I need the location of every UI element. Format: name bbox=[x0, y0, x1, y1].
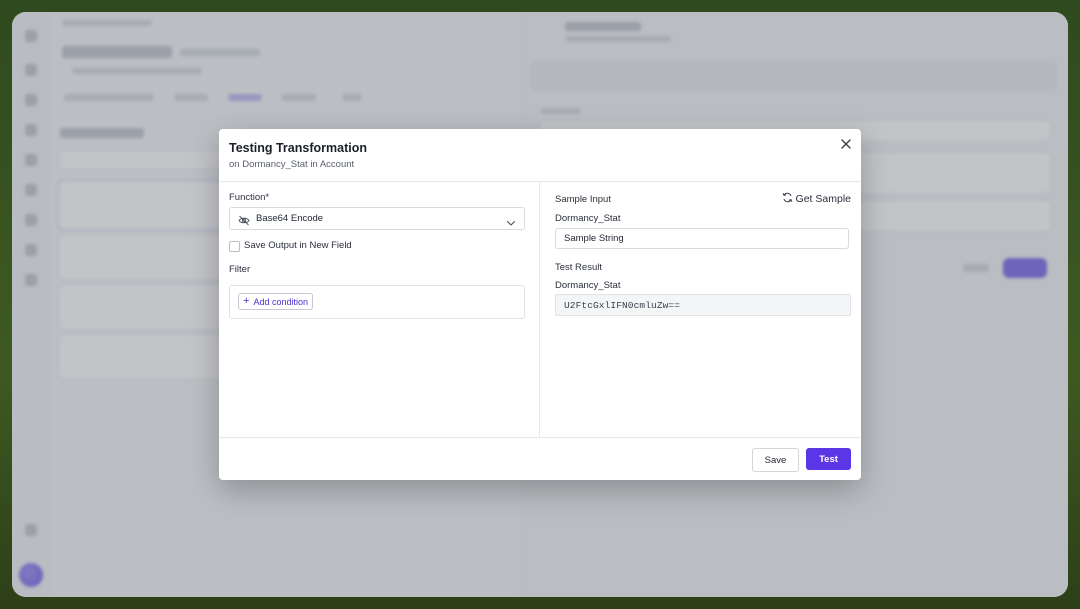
input-field-label: Dormancy_Stat bbox=[555, 213, 621, 224]
eye-off-icon bbox=[238, 213, 250, 226]
dialog-subtitle: on Dormancy_Stat in Account bbox=[229, 159, 355, 170]
dialog-header: Testing Transformation on Dormancy_Stat … bbox=[219, 129, 861, 182]
save-output-label: Save Output in New Field bbox=[244, 240, 352, 251]
save-button[interactable]: Save bbox=[752, 448, 799, 472]
filter-box: + Add condition bbox=[229, 285, 525, 319]
get-sample-label: Get Sample bbox=[795, 193, 851, 205]
plus-icon: + bbox=[243, 295, 250, 307]
result-field-label: Dormancy_Stat bbox=[555, 280, 621, 291]
add-condition-label: Add condition bbox=[253, 296, 308, 307]
test-button[interactable]: Test bbox=[806, 448, 851, 470]
test-result-label: Test Result bbox=[555, 262, 602, 273]
dialog-footer: Save Test bbox=[219, 437, 861, 481]
close-icon[interactable] bbox=[839, 137, 853, 151]
refresh-icon bbox=[782, 192, 796, 206]
function-config-panel: Function* Base64 Encode Save Output in N… bbox=[219, 181, 540, 437]
test-panel: Sample Input Get Sample Dormancy_Stat Te… bbox=[540, 181, 861, 437]
dialog-title: Testing Transformation bbox=[229, 141, 367, 155]
save-output-checkbox[interactable] bbox=[229, 241, 240, 252]
test-result-value: U2FtcGxlIFN0cmluZw== bbox=[555, 294, 851, 316]
add-condition-button[interactable]: + Add condition bbox=[238, 293, 313, 310]
function-value: Base64 Encode bbox=[256, 213, 324, 224]
function-select[interactable]: Base64 Encode bbox=[229, 207, 525, 230]
filter-label: Filter bbox=[229, 264, 251, 275]
chevron-down-icon bbox=[506, 214, 516, 226]
testing-transformation-dialog: Testing Transformation on Dormancy_Stat … bbox=[219, 129, 861, 480]
get-sample-button[interactable]: Get Sample bbox=[782, 192, 851, 206]
function-label: Function* bbox=[229, 192, 270, 203]
sample-input-field[interactable] bbox=[555, 228, 849, 249]
sample-input-label: Sample Input bbox=[555, 194, 611, 205]
